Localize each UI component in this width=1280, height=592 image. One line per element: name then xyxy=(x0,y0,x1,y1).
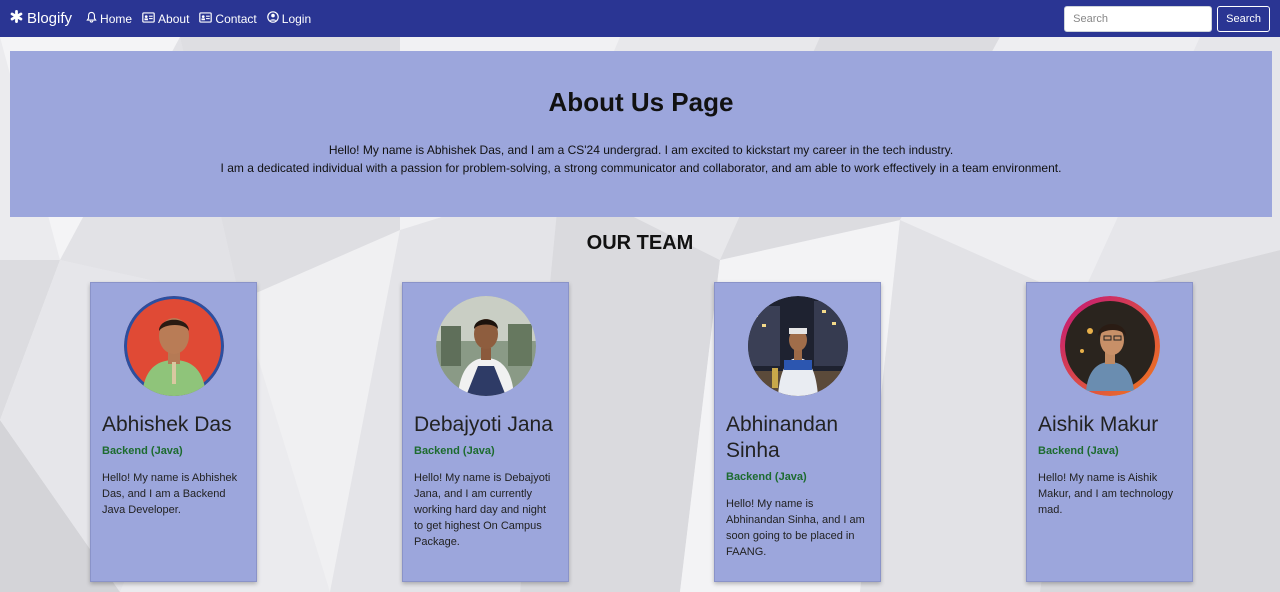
team-heading: OUR TEAM xyxy=(586,232,694,254)
about-intro-text: Hello! My name is Abhishek Das, and I am… xyxy=(328,143,954,157)
team-card-aishik: Aishik Makur Backend (Java) Hello! My na… xyxy=(1026,282,1193,582)
page-title: About Us Page xyxy=(548,87,734,117)
brand-label: Blogify xyxy=(27,10,73,27)
nav-links: Home About Contact Login xyxy=(86,11,321,26)
team-card-abhinandan: Abhinandan Sinha Backend (Java) Hello! M… xyxy=(714,282,881,582)
nav-home-label: Home xyxy=(100,11,133,26)
member-bio: Hello! My name is Debajyoti Jana, and I … xyxy=(414,472,551,548)
member-bio: Hello! My name is Abhinandan Sinha, and … xyxy=(726,498,865,558)
avatar xyxy=(435,296,536,396)
contact-card-icon xyxy=(199,11,215,26)
avatar xyxy=(123,296,224,396)
member-role: Backend (Java) xyxy=(1038,445,1119,457)
brand-link[interactable]: Blogify xyxy=(10,10,72,27)
nav-contact-link[interactable]: Contact xyxy=(199,11,257,26)
member-name: Abhishek Das xyxy=(102,413,232,436)
search-button[interactable]: Search xyxy=(1217,5,1270,32)
about-panel: About Us Page Hello! My name is Abhishek… xyxy=(10,51,1272,217)
avatar xyxy=(1059,296,1160,396)
member-role: Backend (Java) xyxy=(102,445,183,457)
asterisk-logo-icon xyxy=(10,10,27,27)
member-name: Debajyoti Jana xyxy=(414,413,553,436)
nav-about-label: About xyxy=(158,11,190,26)
nav-about-link[interactable]: About xyxy=(142,12,189,26)
member-role: Backend (Java) xyxy=(414,445,495,457)
member-name: Aishik Makur xyxy=(1038,413,1159,436)
navbar: Blogify Home About Contact Login Search … xyxy=(0,0,1280,37)
nav-contact-label: Contact xyxy=(215,11,257,26)
search-input[interactable] xyxy=(1064,5,1213,32)
member-bio: Hello! My name is Abhishek Das, and I am… xyxy=(102,472,238,516)
id-card-icon xyxy=(142,11,158,26)
member-name: Abhinandan Sinha xyxy=(726,413,839,462)
nav-login-label: Login xyxy=(281,11,312,26)
search-form: Search xyxy=(1064,5,1270,32)
team-card-debajyoti: Debajyoti Jana Backend (Java) Hello! My … xyxy=(402,282,569,582)
user-circle-icon xyxy=(266,11,282,26)
avatar xyxy=(747,296,848,396)
about-description-text: I am a dedicated individual with a passi… xyxy=(220,161,1062,175)
bell-icon xyxy=(86,11,100,26)
nav-home-link[interactable]: Home xyxy=(86,11,132,26)
nav-login-link[interactable]: Login xyxy=(266,11,312,26)
member-role: Backend (Java) xyxy=(726,471,807,483)
member-bio: Hello! My name is Aishik Makur, and I am… xyxy=(1038,472,1174,516)
team-card-abhishek: Abhishek Das Backend (Java) Hello! My na… xyxy=(90,282,257,582)
